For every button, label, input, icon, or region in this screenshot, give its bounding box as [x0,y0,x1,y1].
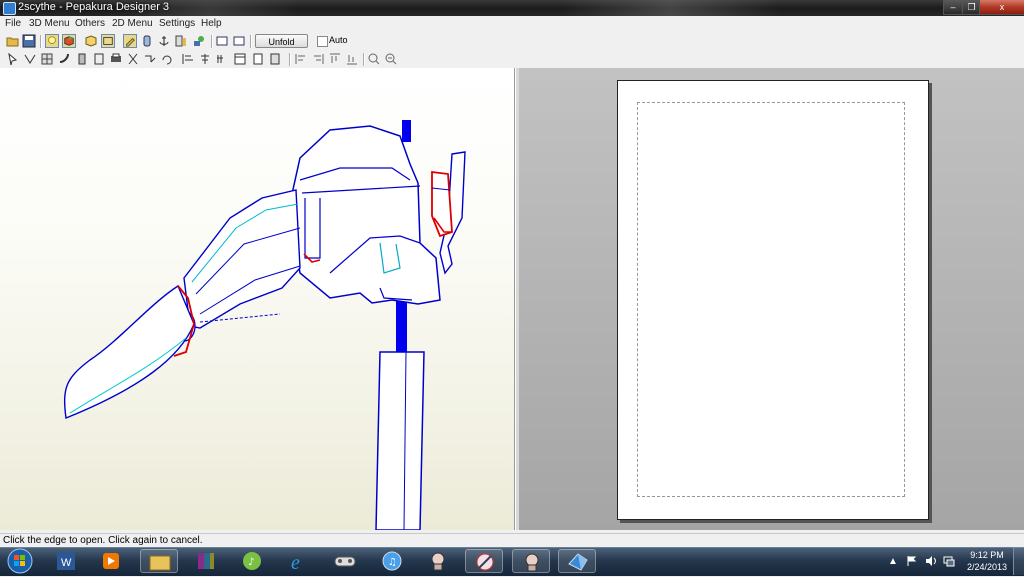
window-single-icon[interactable] [215,34,229,48]
clock-date[interactable]: 2/24/2013 [964,562,1010,572]
taskbar-winrar[interactable] [187,549,225,573]
align-right-edge-icon[interactable] [311,52,325,66]
menu-others[interactable]: Others [75,18,105,29]
handle-lower [375,351,425,530]
start-orb-icon[interactable] [4,547,36,575]
paint-tool-icon [476,553,494,571]
taskbar-word[interactable]: W [47,549,85,573]
menu-2d[interactable]: 2D Menu [112,18,153,29]
game-character-icon [431,552,445,571]
gamepad-icon [334,556,356,567]
grid-tool-icon[interactable] [40,52,54,66]
cylinder-icon[interactable] [140,34,154,48]
itunes-disc-icon: ♫ [382,551,402,571]
window-title: 2scythe - Pepakura Designer 3 [18,1,170,13]
media-player-icon [103,553,119,569]
status-text: Click the edge to open. Click again to c… [3,535,203,546]
word-icon: W [57,552,75,570]
zoom-in-icon[interactable] [367,52,381,66]
itunes-icon: ♪ [243,552,261,570]
align-left-icon[interactable] [181,52,195,66]
svg-text:W: W [61,557,72,569]
page-icon[interactable] [251,52,265,66]
svg-text:e: e [291,552,300,573]
select-tool-icon[interactable] [6,52,20,66]
auto-label: Auto [329,35,348,45]
taskbar-game-2[interactable] [512,549,550,573]
taskbar-pepakura[interactable] [558,549,596,573]
scythe-head [289,125,441,305]
pepakura-icon [568,553,588,571]
undo-icon[interactable] [160,52,174,66]
anchor-icon[interactable] [157,34,171,48]
save-icon[interactable] [22,34,36,48]
tray-expand-icon[interactable]: ▲ [888,556,898,567]
action-center-flag-icon[interactable] [906,555,918,567]
network-icon[interactable] [943,555,955,567]
close-button[interactable]: x [979,0,1024,15]
open-folder-icon[interactable] [6,34,20,48]
join-tool-icon[interactable] [23,52,37,66]
zoom-out-icon[interactable] [384,52,398,66]
show-desktop-button[interactable] [1013,547,1024,575]
blade [63,284,195,419]
print-icon[interactable] [109,52,123,66]
blade-arm [183,189,301,329]
menu-file[interactable]: File [5,18,21,29]
align-left-edge-icon[interactable] [294,52,308,66]
menu-settings[interactable]: Settings [159,18,195,29]
align-top-edge-icon[interactable] [328,52,342,66]
fold-tool-icon[interactable] [143,52,157,66]
move-part-icon[interactable] [75,52,89,66]
menu-help[interactable]: Help [201,18,222,29]
edit-pencil-icon[interactable] [123,34,137,48]
handle-top-cap [402,120,411,142]
align-bottom-edge-icon[interactable] [345,52,359,66]
layout-icon[interactable] [174,34,188,48]
taskbar-itunes-2[interactable]: ♫ [373,549,411,573]
scythe-3d-model [63,120,466,530]
clock-time[interactable]: 9:12 PM [969,550,1005,560]
volume-icon[interactable] [925,555,937,567]
unfold-button[interactable]: Unfold [255,34,308,48]
cube-icon[interactable] [84,34,98,48]
internet-explorer-icon: e [291,552,300,574]
explorer-folder-icon [149,555,171,571]
align-center-icon[interactable] [198,52,212,66]
svg-text:♫: ♫ [388,557,397,568]
svg-text:♪: ♪ [248,557,254,568]
rear-spike-cut [431,170,453,238]
scissors-icon[interactable] [126,52,140,66]
3d-view[interactable] [0,68,515,530]
window-split-icon[interactable] [232,34,246,48]
game-character-icon [525,553,539,572]
taskbar-game-controller[interactable] [326,549,364,573]
taskbar-internet-explorer[interactable]: e [280,549,318,574]
window-icon[interactable] [233,52,247,66]
rotate-tool-icon[interactable] [57,52,71,66]
minimize-button[interactable]: – [943,0,963,15]
taskbar-itunes[interactable]: ♪ [233,549,271,573]
light-bulb-icon[interactable] [45,34,59,48]
taskbar-explorer[interactable] [140,549,178,573]
toolbar-main [0,33,1024,50]
arrange-icon[interactable] [192,34,206,48]
winrar-icon [198,553,214,569]
menu-bar: File 3D Menu Others 2D Menu Settings Hel… [0,16,1024,32]
number-icon[interactable] [215,52,229,66]
printable-area [637,102,905,497]
flap-tool-icon[interactable] [92,52,106,66]
menu-3d[interactable]: 3D Menu [29,18,70,29]
app-icon [3,2,16,15]
toolbar-tools [0,51,1024,69]
wireframe-icon[interactable] [101,34,115,48]
page-setup-icon[interactable] [268,52,282,66]
taskbar-game-1[interactable] [419,549,457,573]
texture-icon[interactable] [62,34,76,48]
auto-checkbox[interactable] [317,36,328,47]
taskbar-media-player[interactable] [92,549,130,573]
taskbar-paint[interactable] [465,549,503,573]
